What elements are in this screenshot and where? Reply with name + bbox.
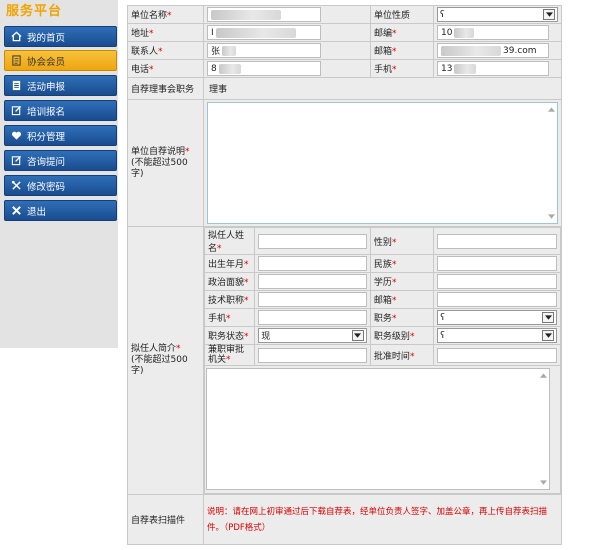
tools-icon (11, 180, 22, 191)
nominee-name-input[interactable] (258, 233, 367, 249)
nav-label: 协会会员 (27, 56, 66, 68)
email-label: 邮箱* (370, 41, 434, 60)
nav-label: 培训报名 (27, 106, 66, 118)
scroll-down-icon (539, 480, 547, 485)
self-intro-textarea[interactable] (207, 102, 558, 224)
mobile-label: 手机* (370, 59, 434, 78)
scan-upload-note: 说明：请在网上初审通过后下载自荐表，经单位负责人签字、加盖公章，再上传自荐表扫描… (207, 506, 548, 533)
politics-label: 政治面貌* (203, 272, 256, 291)
brand-title: 服务平台 (6, 4, 63, 19)
approval-org-input[interactable] (258, 347, 367, 363)
ethnicity-input[interactable] (437, 256, 557, 271)
nominee-details-table: 拟任人姓名* 性别* 出生年月* 民族* 政治面貌* 学历* 技术职称* 邮箱*… (203, 227, 561, 494)
approval-time-label: 批准时间* (369, 344, 435, 366)
contact-input[interactable]: 张 (207, 43, 321, 58)
nav-label: 积分管理 (27, 131, 66, 143)
heart-icon (11, 130, 22, 141)
member-application-form: 单位名称* 单位性质 ʕ 地址* I 邮编* 10 联系人* 张 邮箱* 39.… (127, 5, 562, 545)
position-status-label: 职务状态* (203, 326, 256, 345)
approval-org-label: 兼职审批机关* (203, 344, 256, 366)
unit-type-select[interactable]: ʕ (437, 7, 558, 22)
chevron-down-icon (542, 330, 554, 341)
ethnicity-label: 民族* (369, 254, 435, 273)
position-level-select[interactable]: ʕ (437, 328, 557, 343)
unit-type-value: ʕ (440, 9, 445, 20)
council-position-label: 自荐理事会职务 (127, 77, 204, 100)
tech-title-label: 技术职称* (203, 290, 256, 309)
nav-logout[interactable]: 退出 (4, 200, 117, 221)
sidebar: 服务平台 我的首页 协会会员 活动申报 培训报名 积分管理 咨询提问 修改密码 … (0, 0, 118, 348)
contact-label: 联系人* (127, 41, 204, 60)
position-value: ʕ (440, 312, 445, 323)
document-icon (11, 80, 22, 91)
position-level-value: ʕ (440, 330, 445, 341)
council-position-value: 理事 (203, 77, 562, 100)
chevron-down-icon (543, 9, 555, 20)
unit-name-input[interactable] (207, 7, 321, 22)
education-input[interactable] (437, 274, 557, 289)
scan-label: 自荐表扫描件 (127, 494, 204, 545)
position-level-label: 职务级别* (369, 326, 435, 345)
address-input[interactable]: I (207, 25, 321, 40)
nav-label: 活动申报 (27, 81, 66, 93)
self-intro-label: 单位自荐说明* (不能超过500字) (127, 99, 204, 227)
position-status-select[interactable]: 现 (258, 328, 367, 343)
home-icon (11, 31, 22, 42)
nominee-email-input[interactable] (437, 292, 557, 307)
position-label: 职务* (369, 308, 435, 327)
scroll-down-icon (547, 214, 555, 219)
politics-input[interactable] (258, 274, 367, 289)
gender-input[interactable] (437, 233, 557, 249)
chevron-down-icon (542, 312, 554, 323)
close-icon (11, 205, 22, 216)
birth-label: 出生年月* (203, 254, 256, 273)
postcode-input[interactable]: 10 (437, 25, 549, 40)
nominee-email-label: 邮箱* (369, 290, 435, 309)
nominee-intro-textarea[interactable] (206, 368, 550, 490)
nav-my-home[interactable]: 我的首页 (4, 26, 117, 47)
nav-consultation[interactable]: 咨询提问 (4, 150, 117, 171)
nav-activity-report[interactable]: 活动申报 (4, 75, 117, 96)
nominee-mobile-label: 手机* (203, 308, 256, 327)
phone-label: 电话* (127, 59, 204, 78)
nav-training-signup[interactable]: 培训报名 (4, 100, 117, 121)
unit-type-label: 单位性质 (370, 5, 434, 24)
nominee-mobile-input[interactable] (258, 310, 367, 325)
nominee-label: 拟任人简介* (不能超过500字) (127, 226, 204, 495)
nav-change-password[interactable]: 修改密码 (4, 175, 117, 196)
email-input[interactable]: 39.com (437, 43, 549, 58)
nominee-name-label: 拟任人姓名* (203, 227, 256, 255)
birth-input[interactable] (258, 256, 367, 271)
edit-icon (11, 155, 22, 166)
address-label: 地址* (127, 23, 204, 42)
scrollbar[interactable] (546, 104, 556, 222)
gender-label: 性别* (369, 227, 435, 255)
approval-time-input[interactable] (437, 347, 557, 363)
education-label: 学历* (369, 272, 435, 291)
scroll-up-icon (539, 373, 547, 378)
edit-icon (11, 105, 22, 116)
phone-input[interactable]: 8 (207, 61, 321, 76)
nav-label: 咨询提问 (27, 156, 66, 168)
nav-label: 我的首页 (27, 32, 66, 44)
nav-association-member[interactable]: 协会会员 (4, 50, 117, 71)
scrollbar[interactable] (538, 370, 548, 488)
tech-title-input[interactable] (258, 292, 367, 307)
member-card-icon (11, 55, 22, 66)
nav-points-management[interactable]: 积分管理 (4, 125, 117, 146)
chevron-down-icon (351, 330, 364, 341)
nav-label: 退出 (27, 206, 47, 218)
position-status-value: 现 (261, 332, 271, 342)
unit-name-label: 单位名称* (127, 5, 204, 24)
nav-label: 修改密码 (27, 181, 66, 193)
mobile-input[interactable]: 13 (437, 61, 549, 76)
postcode-label: 邮编* (370, 23, 434, 42)
position-select[interactable]: ʕ (437, 310, 557, 325)
scroll-up-icon (547, 107, 555, 112)
